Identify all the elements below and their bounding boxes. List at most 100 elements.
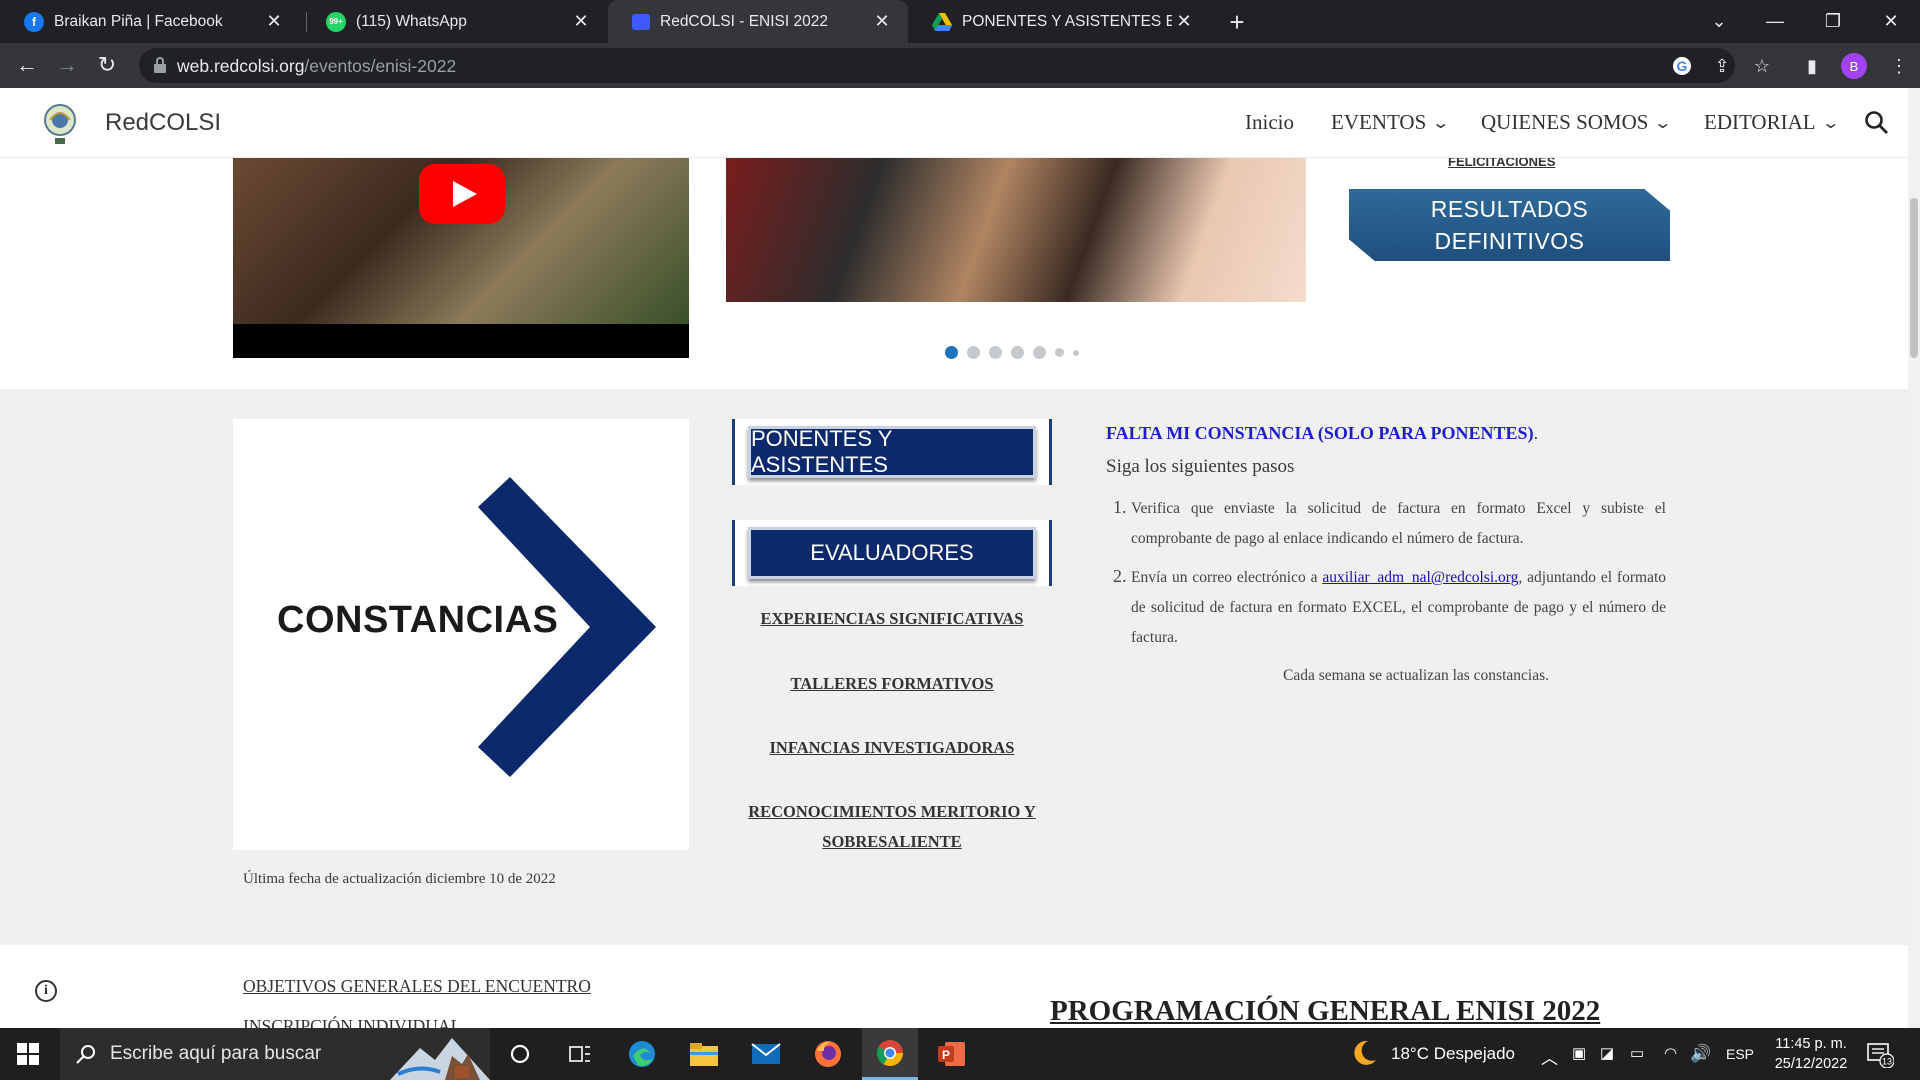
nav-editorial[interactable]: EDITORIAL ⌄ [1704,110,1840,135]
experiencias-significativas-link[interactable]: EXPERIENCIAS SIGNIFICATIVAS [700,604,1084,634]
step-item: Envía un correo electrónico a auxiliar_a… [1131,561,1666,653]
page-scrollbar[interactable] [1908,88,1920,1028]
reconocimientos-line1: RECONOCIMIENTOS MERITORIO Y [748,802,1036,821]
restore-button[interactable]: ❐ [1808,0,1858,43]
constancias-banner[interactable]: CONSTANCIAS [233,419,689,850]
step-item: Verifica que enviaste la solicitud de fa… [1131,492,1666,554]
felicitaciones-link[interactable]: FELICITACIONES [1448,158,1555,169]
info-icon[interactable]: i [35,980,57,1002]
edge-icon[interactable] [614,1028,670,1080]
talleres-formativos-link[interactable]: TALLERES FORMATIVOS [700,669,1084,699]
infancias-investigadoras-link[interactable]: INFANCIAS INVESTIGADORAS [700,733,1084,763]
close-tab-icon[interactable]: ✕ [870,10,894,34]
google-icon[interactable]: G [1669,53,1695,79]
play-button-icon[interactable] [419,164,505,224]
nav-label: QUIENES SOMOS [1481,110,1649,134]
ponentes-asistentes-label: PONENTES Y ASISTENTES [748,426,1036,478]
falta-constancia-text: FALTA MI CONSTANCIA (SOLO PARA PONENTES) [1106,423,1534,443]
carousel-dot[interactable] [1055,348,1064,357]
tab-google-drive[interactable]: PONENTES Y ASISTENTES ENISI 2 ✕ [908,0,1210,43]
step2-text-a: Envía un correo electrónico a [1131,569,1323,586]
carousel-dot[interactable] [945,346,958,359]
nav-inicio[interactable]: Inicio [1245,110,1294,135]
reconocimientos-link[interactable]: RECONOCIMIENTOS MERITORIO Y SOBRESALIENT… [700,797,1084,857]
back-button[interactable]: ← [12,50,42,80]
resultados-line1: RESULTADOS [1430,196,1589,222]
close-tab-icon[interactable]: ✕ [569,10,593,34]
volume-icon[interactable]: 🔊 [1690,1044,1711,1064]
windows-start-icon[interactable] [17,1043,39,1065]
weather-text[interactable]: 18°C Despejado [1391,1044,1515,1064]
constancia-instructions: FALTA MI CONSTANCIA (SOLO PARA PONENTES)… [1106,423,1666,685]
email-link[interactable]: auxiliar_adm_nal@redcolsi.org [1322,569,1518,586]
nav-label: Inicio [1245,110,1294,134]
menu-kebab-icon[interactable]: ⋮ [1886,53,1912,79]
cortana-icon[interactable] [492,1028,548,1080]
carousel-slide-image[interactable] [726,158,1306,302]
arrow-right-icon [478,477,656,777]
minimize-button[interactable]: — [1750,0,1800,43]
reload-button[interactable]: ↻ [92,50,122,80]
nav-label: EVENTOS [1331,110,1427,134]
close-tab-icon[interactable]: ✕ [1172,10,1196,34]
objetivos-link[interactable]: OBJETIVOS GENERALES DEL ENCUENTRO [243,976,591,997]
falta-constancia-heading: FALTA MI CONSTANCIA (SOLO PARA PONENTES)… [1106,423,1666,444]
powerpoint-icon[interactable]: P [924,1028,980,1080]
battery-icon[interactable]: ▭ [1630,1044,1644,1062]
carousel-dot[interactable] [1033,346,1046,359]
tab-facebook[interactable]: f Braikan Piña | Facebook ✕ [0,0,300,43]
svg-text:P: P [942,1048,950,1062]
share-icon[interactable]: ⇪ [1709,53,1735,79]
camera-icon[interactable]: ◪ [1600,1044,1614,1062]
meet-now-icon[interactable]: ▣ [1572,1044,1586,1062]
notification-center-icon[interactable]: 13 [1866,1040,1895,1069]
youtube-video-embed[interactable] [233,158,689,358]
url-text: web.redcolsi.org/eventos/enisi-2022 [177,56,456,77]
carousel-dot[interactable] [989,346,1002,359]
tab-title: (115) WhatsApp [356,12,467,30]
address-bar[interactable]: web.redcolsi.org/eventos/enisi-2022 [139,48,1735,83]
close-window-button[interactable]: ✕ [1866,0,1916,43]
page-content: FELICITACIONES RESULTADOS DEFINITIVOS CO… [0,158,1908,1028]
carousel-dot[interactable] [967,346,980,359]
ponentes-asistentes-button[interactable]: PONENTES Y ASISTENTES [732,419,1052,485]
chrome-icon[interactable] [862,1028,918,1080]
carousel-dot[interactable] [1011,346,1024,359]
nav-quienes-somos[interactable]: QUIENES SOMOS ⌄ [1481,110,1673,135]
evaluadores-button[interactable]: EVALUADORES [732,520,1052,586]
tab-search-icon[interactable]: ⌄ [1694,0,1744,43]
search-icon[interactable] [1864,110,1890,136]
profile-avatar[interactable]: B [1841,53,1867,79]
redcolsi-logo[interactable] [40,102,80,146]
resultados-definitivos-button[interactable]: RESULTADOS DEFINITIVOS [1349,189,1670,261]
new-tab-button[interactable]: + [1222,7,1252,37]
file-explorer-icon[interactable] [676,1028,732,1080]
firefox-icon[interactable] [800,1028,856,1080]
site-header: RedCOLSI Inicio EVENTOS ⌄ QUIENES SOMOS ⌄ … [0,88,1908,158]
show-hidden-icons[interactable]: ︿ [1541,1044,1558,1069]
weather-moon-icon[interactable] [1350,1038,1378,1073]
tab-redcolsi[interactable]: RedCOLSI - ENISI 2022 ✕ [608,0,908,43]
system-clock[interactable]: 11:45 p. m. 25/12/2022 [1765,1034,1857,1074]
side-panel-icon[interactable]: ▮ [1799,53,1825,79]
browser-toolbar: ← → ↻ web.redcolsi.org/eventos/enisi-202… [0,43,1920,88]
resultados-line2: DEFINITIVOS [1434,228,1585,254]
brand-name[interactable]: RedCOLSI [105,109,221,137]
close-tab-icon[interactable]: ✕ [262,10,286,34]
mail-icon[interactable] [738,1028,794,1080]
svg-text:G: G [1677,58,1688,74]
carousel-dot[interactable] [1073,349,1079,356]
inscripcion-link[interactable]: INSCRIPCIÓN INDIVIDUAL [243,1016,461,1028]
scrollbar-thumb[interactable] [1910,198,1918,358]
steps-list: Verifica que enviaste la solicitud de fa… [1106,492,1666,653]
nav-eventos[interactable]: EVENTOS ⌄ [1331,110,1450,135]
lock-icon [154,57,166,73]
task-view-icon[interactable] [552,1028,608,1080]
language-indicator[interactable]: ESP [1726,1046,1754,1062]
bookmark-star-icon[interactable]: ☆ [1749,53,1775,79]
tab-whatsapp[interactable]: 99+ (115) WhatsApp ✕ [302,0,607,43]
taskbar-search-box[interactable]: Escribe aquí para buscar [60,1028,490,1080]
wifi-icon[interactable]: ◠ [1664,1044,1677,1062]
search-highlight-image [390,1038,490,1080]
forward-button[interactable]: → [52,50,82,80]
